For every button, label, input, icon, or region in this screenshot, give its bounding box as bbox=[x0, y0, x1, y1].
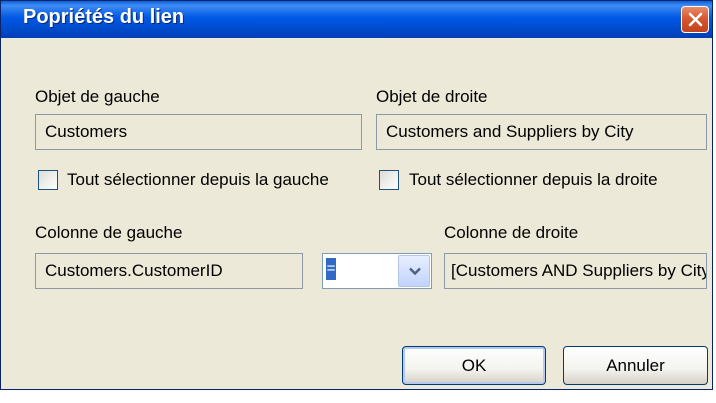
link-properties-dialog: Popriétés du lien Objet de gauche Custom… bbox=[0, 0, 713, 390]
dialog-title: Popriétés du lien bbox=[23, 6, 185, 28]
left-column-field: Customers.CustomerID bbox=[35, 253, 303, 289]
title-bar[interactable]: Popriétés du lien bbox=[1, 1, 712, 38]
select-all-right-label[interactable]: Tout sélectionner depuis la droite bbox=[409, 170, 711, 190]
operator-dropdown-button[interactable] bbox=[398, 255, 430, 287]
operator-value: = bbox=[326, 258, 336, 280]
select-all-left-checkbox[interactable] bbox=[38, 170, 58, 190]
right-column-label: Colonne de droite bbox=[444, 223, 579, 242]
left-column-label: Colonne de gauche bbox=[35, 223, 183, 242]
select-all-left-label[interactable]: Tout sélectionner depuis la gauche bbox=[67, 170, 359, 190]
left-object-label: Objet de gauche bbox=[35, 87, 160, 106]
close-button[interactable] bbox=[681, 6, 709, 33]
right-object-field: Customers and Suppliers by City bbox=[376, 114, 707, 150]
cancel-button[interactable]: Annuler bbox=[563, 346, 708, 385]
right-object-label: Objet de droite bbox=[376, 87, 488, 106]
chevron-down-icon bbox=[409, 267, 421, 276]
close-icon bbox=[688, 12, 703, 27]
select-all-right-checkbox[interactable] bbox=[379, 170, 399, 190]
ok-button[interactable]: OK bbox=[402, 346, 546, 385]
right-column-field: [Customers AND Suppliers by City].Custom… bbox=[444, 253, 707, 289]
left-object-field: Customers bbox=[35, 114, 362, 150]
operator-select[interactable]: = bbox=[322, 253, 432, 289]
